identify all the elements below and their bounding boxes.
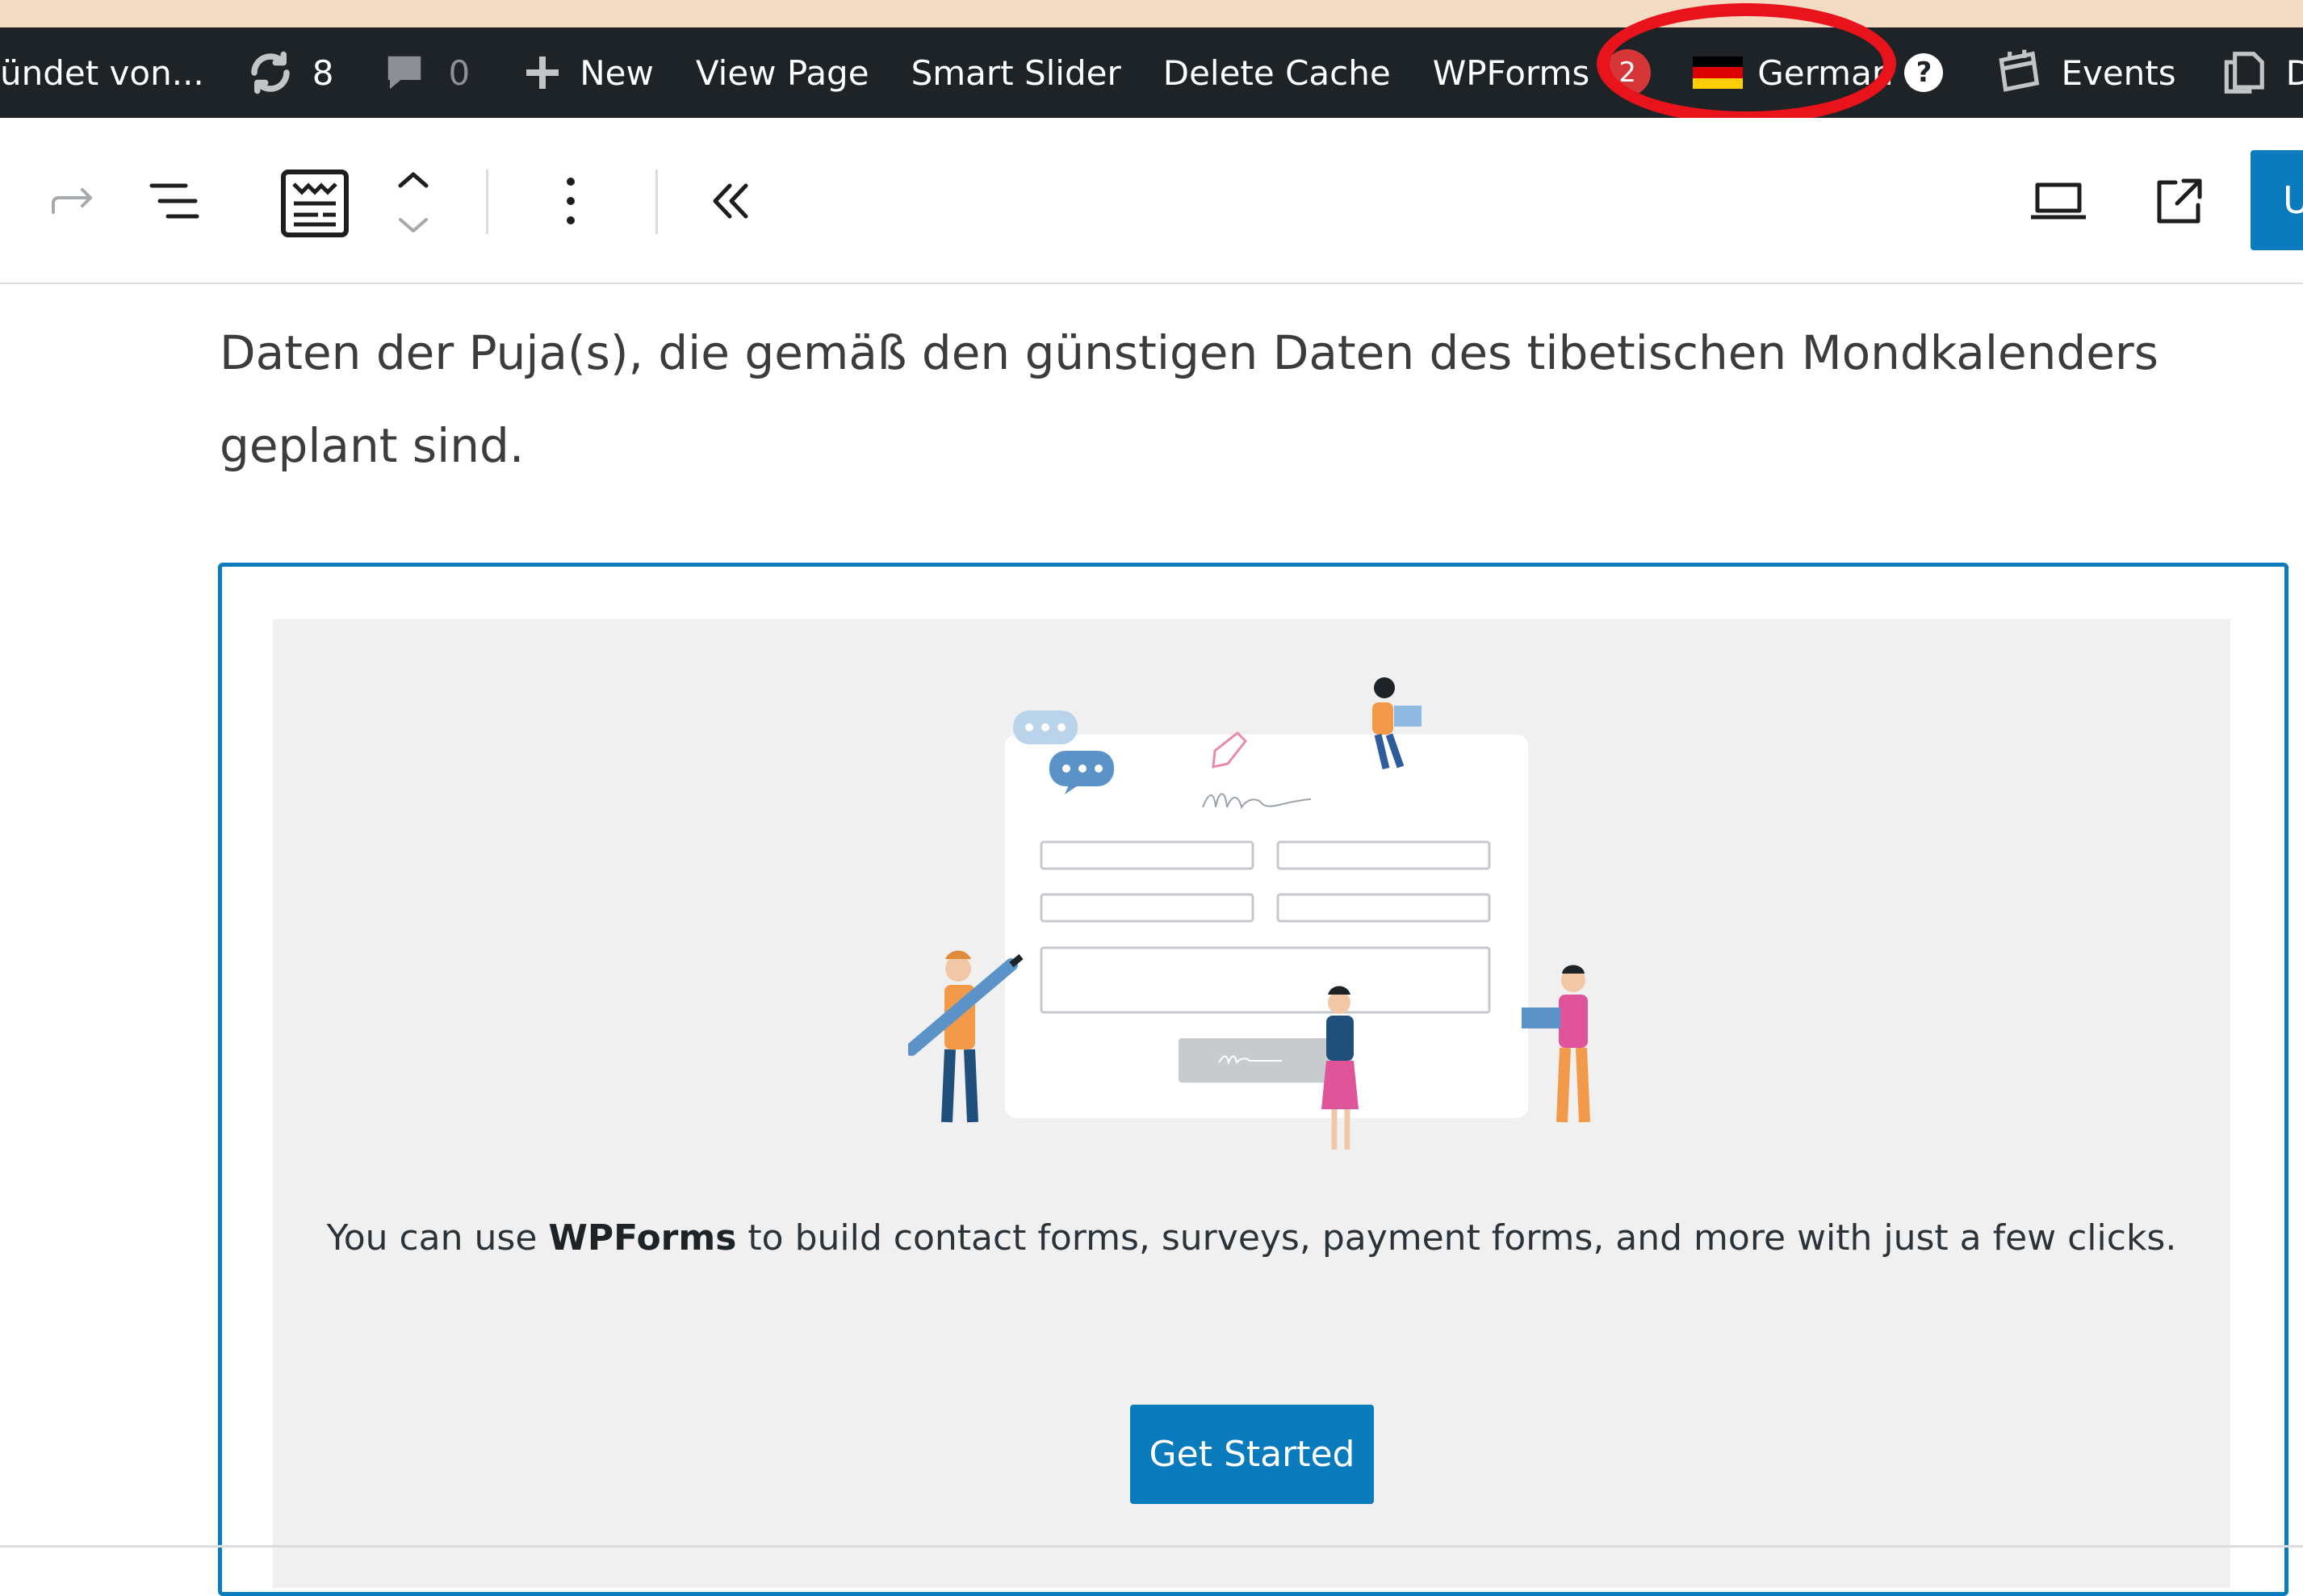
- collapse-sidebar-button[interactable]: [698, 162, 763, 240]
- delete-cache-label: Delete Cache: [1162, 52, 1391, 93]
- chevron-down-icon: [396, 215, 431, 236]
- content-bottom-border: [0, 1545, 2303, 1548]
- document-overview-button[interactable]: [137, 162, 210, 240]
- more-options-button[interactable]: [542, 162, 599, 240]
- update-label: U: [2283, 178, 2303, 222]
- wpforms-block-icon: [279, 168, 350, 239]
- description-text-rest: to build contact forms, surveys, payment…: [736, 1217, 2177, 1259]
- view-post-button[interactable]: [2139, 162, 2220, 240]
- comments-count: 0: [448, 52, 471, 93]
- new-label: New: [580, 52, 654, 93]
- get-started-label: Get Started: [1149, 1434, 1355, 1475]
- view-page-label: View Page: [695, 52, 869, 93]
- wpforms-illustration: [908, 670, 1610, 1154]
- wpforms-description: You can use WPForms to build contact for…: [273, 1203, 2230, 1274]
- comment-icon: [383, 51, 426, 94]
- wpforms-menu-link[interactable]: WPForms 2: [1433, 27, 1652, 118]
- refresh-icon: [246, 48, 295, 97]
- comments-link[interactable]: 0: [383, 27, 471, 118]
- events-label: Events: [2061, 52, 2176, 93]
- chevron-up-icon: [396, 170, 431, 191]
- preview-button[interactable]: [2018, 162, 2099, 240]
- collapse-sidebar-icon: [710, 182, 751, 220]
- german-flag-icon: [1693, 57, 1744, 89]
- toolbar-divider: [486, 170, 488, 234]
- calendar-icon: [1993, 48, 2043, 98]
- toolbar-divider: [655, 170, 658, 234]
- wpforms-notification-badge: 2: [1604, 49, 1652, 96]
- events-link[interactable]: Events: [1993, 27, 2176, 118]
- updates-count: 8: [312, 52, 334, 93]
- duplicate-link[interactable]: Duplic: [2218, 27, 2303, 118]
- language-label: German: [1757, 52, 1894, 93]
- site-name-link[interactable]: ündet von...: [0, 27, 204, 118]
- document-overview-icon: [145, 181, 202, 221]
- duplicate-label: Duplic: [2285, 52, 2303, 93]
- view-page-link[interactable]: View Page: [696, 27, 869, 118]
- plus-icon: [523, 53, 562, 92]
- paragraph-block[interactable]: Daten der Puja(s), die gemäß den günstig…: [220, 307, 2270, 492]
- description-text: You can use: [326, 1217, 549, 1259]
- updates-link[interactable]: 8: [246, 27, 334, 118]
- move-up-button[interactable]: [389, 161, 438, 199]
- wpforms-block-button[interactable]: [274, 165, 355, 242]
- editor-toolbar: U: [0, 118, 2303, 284]
- language-switcher[interactable]: German ?: [1693, 27, 1944, 118]
- update-button[interactable]: U: [2251, 150, 2303, 250]
- smart-slider-label: Smart Slider: [911, 52, 1121, 93]
- redo-button[interactable]: [40, 162, 105, 240]
- laptop-icon: [2029, 181, 2087, 221]
- new-content-link[interactable]: New: [523, 27, 654, 118]
- smart-slider-link[interactable]: Smart Slider: [911, 27, 1121, 118]
- redo-icon: [48, 185, 97, 217]
- site-name-label: ündet von...: [0, 52, 204, 93]
- delete-cache-link[interactable]: Delete Cache: [1163, 27, 1391, 118]
- move-down-button[interactable]: [389, 207, 438, 244]
- admin-bar: ündet von... 8 0 New View Page Smart Sli…: [0, 27, 2303, 118]
- get-started-button[interactable]: Get Started: [1130, 1405, 1374, 1504]
- browser-top-strip: [0, 0, 2303, 27]
- more-options-icon: [565, 177, 576, 225]
- help-icon[interactable]: ?: [1904, 53, 1944, 92]
- external-link-icon: [2154, 176, 2205, 226]
- duplicate-icon: [2218, 48, 2268, 98]
- wpforms-label: WPForms: [1432, 52, 1590, 93]
- description-brand: WPForms: [548, 1217, 737, 1259]
